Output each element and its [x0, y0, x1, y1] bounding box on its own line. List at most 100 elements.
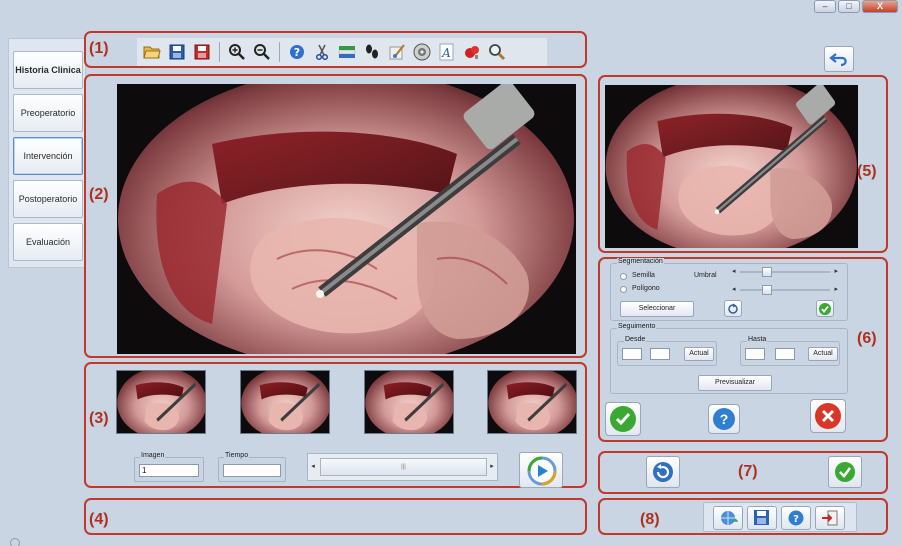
- globe-export-icon: [721, 511, 738, 525]
- info-icon: ?: [788, 510, 804, 526]
- select-button[interactable]: Seleccionar: [620, 301, 694, 317]
- polygon-label: Polígono: [632, 285, 660, 292]
- threshold-slider-2[interactable]: ◂ ▸: [732, 284, 838, 296]
- threshold-label: Umbral: [694, 272, 717, 279]
- thumbnail-frame[interactable]: [364, 370, 454, 434]
- seed-radio[interactable]: [620, 273, 627, 280]
- timeline-thumb[interactable]: |||: [320, 458, 487, 476]
- maximize-button[interactable]: □: [838, 0, 860, 13]
- svg-text:?: ?: [294, 46, 300, 59]
- text-icon[interactable]: A: [436, 41, 458, 63]
- polygon-radio[interactable]: [620, 286, 627, 293]
- close-window-button[interactable]: X: [862, 0, 898, 13]
- timeline-scrollbar[interactable]: ◂ ||| ▸: [307, 453, 498, 481]
- nav-postoperatorio[interactable]: Postoperatorio: [13, 180, 83, 218]
- big-check-icon: [610, 406, 636, 432]
- thumbnail-image: [365, 371, 453, 433]
- help-circle-icon: ?: [713, 408, 735, 430]
- image-number-group: Imagen 1: [134, 452, 204, 482]
- brush-icon[interactable]: [386, 41, 408, 63]
- confirm-button[interactable]: [828, 456, 862, 488]
- open-folder-icon[interactable]: [141, 41, 163, 63]
- nav-historia-clinica[interactable]: Historia Clinica: [13, 51, 83, 89]
- left-navigation: Historia Clinica Preoperatorio Intervenc…: [8, 38, 86, 268]
- footprints-icon[interactable]: [361, 41, 383, 63]
- segmentation-title: Segmentación: [617, 258, 664, 265]
- main-video-frame[interactable]: [117, 84, 576, 354]
- threshold-slider-1[interactable]: ◂ ▸: [732, 266, 838, 278]
- preview-frame[interactable]: [605, 85, 858, 248]
- save-disk-icon: [754, 510, 769, 525]
- from-time-input[interactable]: [650, 348, 670, 360]
- confirm-check-icon: [835, 462, 855, 482]
- from-label: Desde: [624, 336, 647, 343]
- scroll-left-arrow[interactable]: ◂: [308, 454, 318, 480]
- save-as-icon[interactable]: [191, 41, 213, 63]
- exit-button[interactable]: [815, 506, 845, 530]
- thumbnail-image: [117, 371, 205, 433]
- reset-segmentation-button[interactable]: [724, 300, 742, 317]
- save-all-button[interactable]: [747, 506, 777, 530]
- scroll-right-arrow[interactable]: ▸: [487, 454, 497, 480]
- cancel-x-icon: [815, 403, 841, 429]
- region-3-label: (3): [89, 410, 109, 427]
- svg-text:A: A: [441, 46, 451, 60]
- zoom-out-icon[interactable]: [251, 41, 273, 63]
- nav-preoperatorio[interactable]: Preoperatorio: [13, 94, 83, 132]
- confirm-segmentation-button[interactable]: [816, 300, 834, 317]
- to-frame-input[interactable]: [745, 348, 765, 360]
- to-current-button[interactable]: Actual: [808, 347, 838, 361]
- thumbnail-image: [488, 371, 576, 433]
- save-icon[interactable]: [166, 41, 188, 63]
- disc-icon[interactable]: [411, 41, 433, 63]
- from-current-button[interactable]: Actual: [684, 347, 714, 361]
- preview-button[interactable]: Previsualizar: [698, 375, 772, 391]
- tracking-title: Seguimento: [617, 323, 657, 330]
- time-group: Tiempo: [218, 452, 286, 482]
- accept-button[interactable]: [605, 402, 641, 436]
- thumbnail-frame[interactable]: [487, 370, 577, 434]
- toolbar-separator: [219, 42, 220, 62]
- seed-label: Semilla: [632, 272, 655, 279]
- time-legend: Tiempo: [224, 452, 250, 459]
- help-icon[interactable]: ?: [286, 41, 308, 63]
- image-number-input[interactable]: 1: [139, 464, 199, 477]
- region-1-label: (1): [89, 40, 109, 57]
- to-label: Hasta: [747, 336, 768, 343]
- slider-knob[interactable]: [762, 285, 772, 295]
- marker-icon[interactable]: [461, 41, 483, 63]
- undo-arrow-icon: [829, 53, 847, 67]
- refresh-button[interactable]: [646, 456, 680, 488]
- surgical-scene-image: [117, 84, 576, 354]
- from-frame-input[interactable]: [622, 348, 642, 360]
- region-2-label: (2): [89, 186, 109, 203]
- window-controls: – □ X: [814, 0, 898, 13]
- refresh-icon: [653, 462, 673, 482]
- magnifier-icon[interactable]: [486, 41, 508, 63]
- cut-icon[interactable]: [311, 41, 333, 63]
- region-5-label: (5): [857, 163, 877, 180]
- export-button[interactable]: [713, 506, 743, 530]
- minimize-button[interactable]: –: [814, 0, 836, 13]
- play-button[interactable]: [519, 452, 563, 488]
- preview-image: [605, 85, 858, 248]
- slider-knob[interactable]: [762, 267, 772, 277]
- exit-door-icon: [822, 510, 838, 526]
- nav-intervencion[interactable]: Intervención: [13, 137, 83, 175]
- time-input[interactable]: [223, 464, 281, 477]
- region-6-label: (6): [857, 330, 877, 347]
- adjust-icon[interactable]: [336, 41, 358, 63]
- toolbar-separator: [279, 42, 280, 62]
- cancel-button[interactable]: [810, 399, 846, 433]
- back-button[interactable]: [824, 46, 854, 72]
- thumbnail-frame[interactable]: [240, 370, 330, 434]
- zoom-in-icon[interactable]: [226, 41, 248, 63]
- info-button[interactable]: ?: [781, 506, 811, 530]
- image-number-legend: Imagen: [140, 452, 166, 459]
- region-7-label: (7): [738, 463, 758, 480]
- svg-text:?: ?: [793, 514, 799, 525]
- thumbnail-frame[interactable]: [116, 370, 206, 434]
- help-button[interactable]: ?: [708, 404, 740, 434]
- nav-evaluacion[interactable]: Evaluación: [13, 223, 83, 261]
- to-time-input[interactable]: [775, 348, 795, 360]
